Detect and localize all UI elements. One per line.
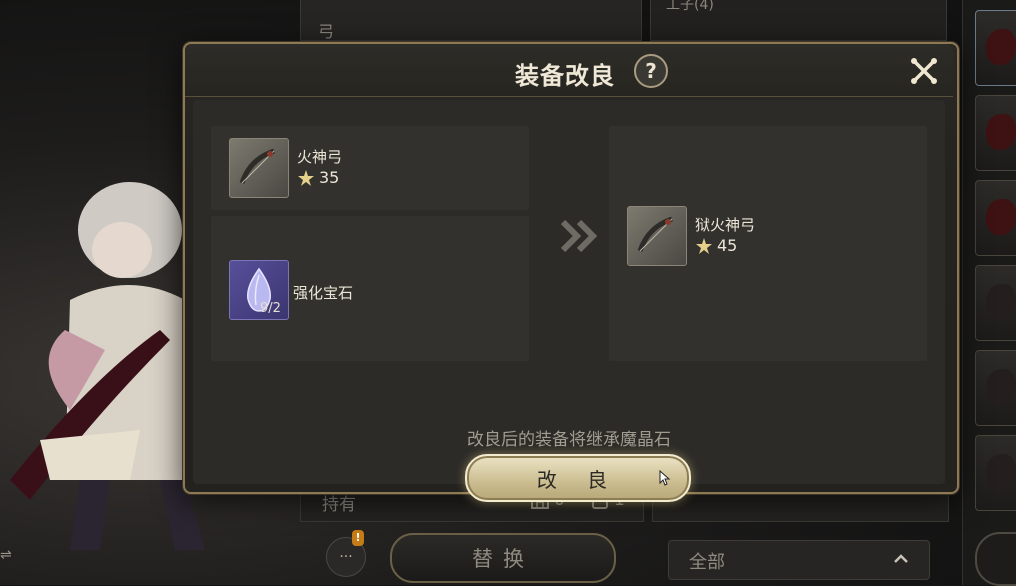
equipment-list-tab[interactable]: 工子(4): [666, 0, 714, 14]
equipment-slot[interactable]: [975, 265, 1016, 341]
equipment-slot[interactable]: [975, 95, 1016, 171]
source-item-icon[interactable]: [229, 138, 289, 198]
equipment-slot[interactable]: [975, 180, 1016, 256]
result-item-power-value: 45: [717, 236, 738, 255]
source-item-card: 火神弓 35: [211, 126, 529, 210]
equipment-improve-dialog: 装备改良 ? 火神弓 35 9/2 强化宝石 狱火神弓 45 改良后的装备将继承…: [183, 42, 959, 502]
help-button[interactable]: ?: [634, 54, 668, 88]
result-item-icon[interactable]: [627, 206, 687, 266]
equipment-info-panel: [300, 0, 642, 41]
power-star-icon: [696, 237, 712, 254]
double-arrow-icon: [560, 219, 598, 253]
result-item-power: 45: [695, 236, 737, 255]
cursor-icon: [659, 470, 671, 486]
equipment-slot[interactable]: [975, 10, 1016, 86]
corner-button[interactable]: [975, 532, 1016, 586]
source-item-name: 火神弓: [297, 148, 343, 166]
source-item-power: 35: [297, 168, 339, 187]
equipment-slot[interactable]: [975, 435, 1016, 511]
bow-icon: [637, 216, 673, 252]
filter-dropdown-value: 全部: [689, 552, 725, 573]
material-count: 9/2: [260, 301, 281, 316]
source-item-power-value: 35: [319, 168, 340, 187]
filter-dropdown[interactable]: 全部: [668, 540, 930, 580]
result-item-name: 狱火神弓: [695, 216, 756, 234]
equipment-slot[interactable]: [975, 350, 1016, 426]
inherit-notice: 改良后的装备将继承魔晶石: [467, 430, 671, 450]
notification-badge: !: [352, 530, 364, 546]
bow-icon: [239, 148, 275, 184]
material-item-icon[interactable]: 9/2: [229, 260, 289, 320]
power-star-icon: [298, 169, 314, 186]
replace-button[interactable]: 替换: [390, 533, 616, 583]
item-category-label: 弓: [318, 22, 335, 41]
chevron-up-icon: [894, 554, 908, 563]
result-item-card: 狱火神弓 45: [609, 126, 927, 361]
dialog-header: 装备改良 ?: [185, 44, 953, 97]
material-item-name: 强化宝石: [293, 284, 354, 302]
material-card: 9/2 强化宝石: [211, 216, 529, 361]
swap-icon[interactable]: ⇌: [0, 547, 24, 577]
improve-button[interactable]: 改 良: [465, 454, 691, 502]
close-icon[interactable]: [909, 56, 939, 86]
dialog-body: 火神弓 35 9/2 强化宝石 狱火神弓 45 改良后的装备将继承魔晶石 改 良: [193, 100, 945, 502]
dialog-title: 装备改良: [515, 61, 615, 90]
